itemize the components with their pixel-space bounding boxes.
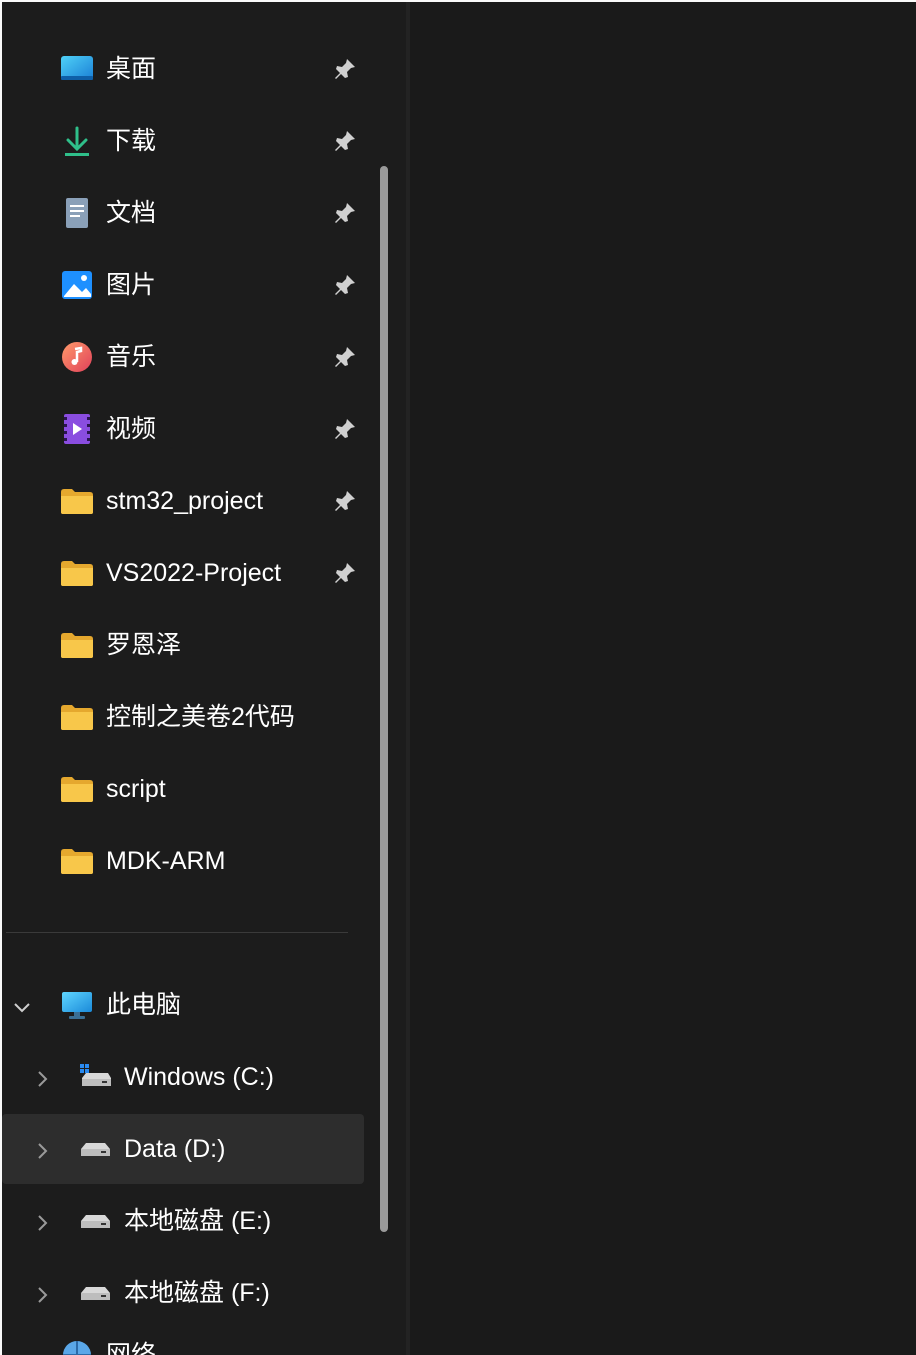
nav-item-vs2022-project[interactable]: VS2022-Project	[2, 538, 364, 608]
nav-item-drive-d[interactable]: Data (D:)	[2, 1114, 364, 1184]
network-icon	[60, 1338, 94, 1355]
pin-icon[interactable]	[332, 128, 358, 154]
section-divider	[6, 932, 348, 933]
nav-item-folder-control-code[interactable]: 控制之美卷2代码	[2, 682, 364, 752]
pin-icon[interactable]	[332, 56, 358, 82]
nav-item-downloads[interactable]: 下载	[2, 106, 364, 176]
folder-icon	[60, 556, 94, 590]
nav-item-label: 本地磁盘 (F:)	[124, 1279, 270, 1307]
nav-item-label: 图片	[106, 271, 157, 299]
folder-icon	[60, 484, 94, 518]
nav-item-label: 网络	[106, 1341, 157, 1355]
nav-item-this-pc[interactable]: 此电脑	[2, 970, 364, 1040]
pin-icon[interactable]	[332, 344, 358, 370]
folder-icon	[60, 700, 94, 734]
download-icon	[60, 124, 94, 158]
document-icon	[60, 196, 94, 230]
nav-item-drive-c[interactable]: Windows (C:)	[2, 1042, 364, 1112]
system-drive-icon	[78, 1060, 112, 1094]
drive-icon	[78, 1276, 112, 1310]
pin-icon[interactable]	[332, 416, 358, 442]
nav-item-label: stm32_project	[106, 487, 264, 515]
nav-item-drive-f[interactable]: 本地磁盘 (F:)	[2, 1258, 364, 1328]
nav-item-label: 下载	[106, 127, 157, 155]
nav-item-stm32-project[interactable]: stm32_project	[2, 466, 364, 536]
nav-item-videos[interactable]: 视频	[2, 394, 364, 464]
nav-item-label: 罗恩泽	[106, 631, 182, 659]
scrollbar-thumb[interactable]	[380, 166, 388, 1232]
video-icon	[60, 412, 94, 446]
computer-icon	[60, 988, 94, 1022]
nav-item-label: 此电脑	[106, 991, 182, 1019]
nav-item-label: Windows (C:)	[124, 1063, 275, 1091]
music-icon	[60, 340, 94, 374]
desktop-icon	[60, 52, 94, 86]
nav-item-label: VS2022-Project	[106, 559, 282, 587]
nav-item-script[interactable]: script	[2, 754, 364, 824]
nav-item-desktop[interactable]: 桌面	[2, 34, 364, 104]
nav-item-music[interactable]: 音乐	[2, 322, 364, 392]
chevron-right-icon[interactable]	[32, 1139, 52, 1159]
drive-icon	[78, 1132, 112, 1166]
nav-item-mdk-arm[interactable]: MDK-ARM	[2, 826, 364, 896]
nav-item-label: 桌面	[106, 55, 157, 83]
nav-item-label: script	[106, 775, 166, 803]
nav-item-label: 视频	[106, 415, 157, 443]
folder-icon	[60, 628, 94, 662]
nav-item-label: 控制之美卷2代码	[106, 703, 295, 731]
pin-icon[interactable]	[332, 560, 358, 586]
pin-icon[interactable]	[332, 200, 358, 226]
nav-item-label: Data (D:)	[124, 1135, 226, 1163]
nav-item-label: 文档	[106, 199, 157, 227]
chevron-right-icon[interactable]	[32, 1283, 52, 1303]
navigation-pane: 桌面 下载 文档 图片 音乐 视频 stm32_project VS2022-P…	[2, 2, 406, 1355]
nav-item-label: MDK-ARM	[106, 847, 226, 875]
nav-item-pictures[interactable]: 图片	[2, 250, 364, 320]
file-explorer-window: 桌面 下载 文档 图片 音乐 视频 stm32_project VS2022-P…	[2, 2, 916, 1355]
drive-icon	[78, 1204, 112, 1238]
folder-icon	[60, 772, 94, 806]
nav-item-label: 本地磁盘 (E:)	[124, 1207, 272, 1235]
nav-item-drive-e[interactable]: 本地磁盘 (E:)	[2, 1186, 364, 1256]
pictures-icon	[60, 268, 94, 302]
nav-item-network[interactable]: 网络	[2, 1320, 364, 1355]
chevron-down-icon[interactable]	[12, 995, 32, 1015]
pin-icon[interactable]	[332, 272, 358, 298]
nav-item-documents[interactable]: 文档	[2, 178, 364, 248]
chevron-right-icon[interactable]	[32, 1211, 52, 1231]
pin-icon[interactable]	[332, 488, 358, 514]
nav-item-label: 音乐	[106, 343, 157, 371]
nav-item-folder-luoenze[interactable]: 罗恩泽	[2, 610, 364, 680]
chevron-right-icon[interactable]	[32, 1067, 52, 1087]
folder-icon	[60, 844, 94, 878]
content-pane	[410, 2, 916, 1355]
